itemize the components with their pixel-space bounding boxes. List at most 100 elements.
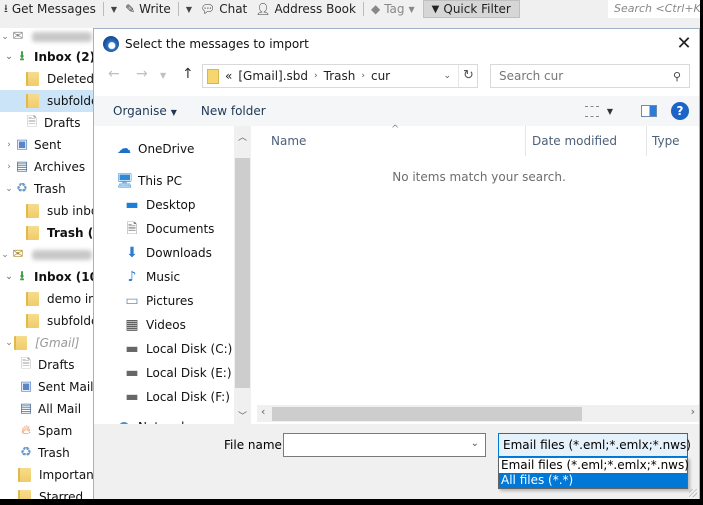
file-name-input[interactable]: ⌄ — [283, 433, 486, 457]
nav-item-desktop[interactable]: ▬ Desktop — [124, 194, 195, 216]
refresh-button[interactable]: ↻ — [458, 65, 478, 87]
folder-tree-item[interactable]: Importan — [0, 464, 93, 486]
nav-item-network[interactable]: ●Network — [116, 416, 188, 424]
nav-item-label: Local Disk (F:) — [146, 390, 230, 404]
column-divider[interactable] — [646, 126, 647, 156]
scrollbar-thumb[interactable] — [272, 407, 582, 421]
view-options-dropdown[interactable]: ▼ — [607, 107, 613, 116]
twisty-icon[interactable]: › — [4, 162, 14, 172]
twisty-icon[interactable]: ⌄ — [0, 250, 10, 260]
folder-tree-item[interactable]: › ▤ Archives — [0, 156, 93, 178]
chevron-down-icon[interactable]: ⌄ — [471, 438, 479, 449]
file-type-select[interactable]: Email files (*.eml;*.emlx;*.nws) ⌄ — [498, 433, 691, 457]
folder-tree-item[interactable]: ⌄ ⭳ Inbox (2) — [0, 46, 93, 68]
nav-item-label: This PC — [138, 174, 182, 188]
nav-item-this-pc[interactable]: 🖥︎ This PC — [116, 170, 182, 192]
breadcrumb-separator-icon[interactable]: › — [314, 71, 318, 81]
breadcrumb-trash[interactable]: Trash — [324, 69, 356, 83]
up-button[interactable]: ↑ — [182, 66, 194, 82]
folder-tree-item[interactable]: 🔥︎ Spam — [0, 420, 93, 442]
recent-locations-dropdown[interactable]: ▼ — [160, 71, 166, 80]
onedrive-icon: ☁ — [117, 141, 131, 157]
archives-icon: ▤ — [15, 159, 29, 174]
folder-tree-item[interactable]: subfolder — [0, 90, 93, 112]
folder-tree-item[interactable]: › ▣ Sent — [0, 134, 93, 156]
organise-button[interactable]: Organise ▼ — [104, 104, 186, 118]
folder-tree-item[interactable]: ⌄ ⭳ Inbox (107 — [0, 266, 93, 288]
column-date-modified[interactable]: Date modified — [532, 134, 617, 148]
folder-tree-item[interactable]: subfolder — [0, 310, 93, 332]
twisty-icon[interactable]: ⌄ — [4, 272, 14, 282]
column-type[interactable]: Type — [652, 134, 680, 148]
scroll-right-icon[interactable]: › — [691, 405, 695, 418]
scrollbar-thumb[interactable] — [235, 158, 250, 388]
folder-tree-item[interactable]: ⌄ ✉ — [0, 244, 93, 266]
search-input[interactable]: Search cur ⚲ — [490, 64, 690, 88]
nav-item-local-disk-e[interactable]: ▬ Local Disk (E:) — [124, 362, 231, 384]
folder-icon — [18, 468, 31, 482]
nav-item-videos[interactable]: ▦ Videos — [124, 314, 186, 336]
view-options-icon[interactable] — [584, 105, 599, 117]
breadcrumb-separator-icon[interactable]: › — [361, 71, 365, 81]
folder-tree-item[interactable]: 🗎︎ Drafts — [0, 354, 93, 376]
breadcrumb-overflow[interactable]: « — [225, 69, 232, 83]
scroll-left-icon[interactable]: ‹ — [261, 405, 265, 418]
chat-button[interactable]: 💬︎ Chat — [196, 0, 251, 18]
breadcrumb-gmail-sbd[interactable]: [Gmail].sbd — [238, 69, 308, 83]
thunderbird-window: ⭳ Get Messages ▼ ✎ Write ▼ 💬︎ Chat 👤︎ Ad… — [0, 0, 700, 499]
scroll-down-icon[interactable]: ﹀ — [234, 409, 251, 422]
twisty-icon[interactable]: ⌄ — [4, 338, 14, 348]
address-bar[interactable]: « [Gmail].sbd › Trash › cur ⌄ — [202, 64, 478, 88]
nav-item-onedrive[interactable]: ☁ OneDrive — [116, 138, 194, 160]
twisty-icon[interactable]: ⌄ — [0, 32, 10, 42]
folder-tree-item[interactable]: ⌄ [Gmail] — [0, 332, 93, 354]
folder-tree-item[interactable]: ♻ Trash — [0, 442, 93, 464]
folder-tree-item[interactable]: demo inb — [0, 288, 93, 310]
file-type-option-email[interactable]: Email files (*.eml;*.emlx;*.nws) — [499, 458, 689, 473]
nav-item-downloads[interactable]: ⬇ Downloads — [124, 242, 212, 264]
nav-item-music[interactable]: ♪ Music — [124, 266, 181, 288]
nav-item-documents[interactable]: 🗎︎ Documents — [124, 218, 214, 240]
folder-tree-item[interactable]: ▤ All Mail — [0, 398, 93, 420]
back-button[interactable]: ← — [108, 66, 120, 82]
preview-pane-icon[interactable] — [641, 105, 657, 117]
folder-tree-item[interactable]: ⌄ ♻ Trash — [0, 178, 93, 200]
file-type-option-all[interactable]: All files (*.*) — [499, 473, 687, 488]
twisty-icon[interactable]: ⌄ — [4, 52, 14, 62]
folder-tree-item[interactable]: sub inbox — [0, 200, 93, 222]
nav-item-pictures[interactable]: ▭ Pictures — [124, 290, 193, 312]
folder-tree-item[interactable]: Trash (8) — [0, 222, 93, 244]
get-messages-dropdown[interactable]: ▼ — [107, 5, 121, 14]
address-book-button[interactable]: 👤︎ Address Book — [251, 0, 360, 18]
quick-filter-button[interactable]: ▼ Quick Filter — [422, 0, 520, 18]
column-name[interactable]: Name — [271, 134, 306, 148]
breadcrumb-cur[interactable]: cur — [371, 69, 390, 83]
file-list-horizontal-scrollbar[interactable]: ‹ › — [257, 405, 699, 422]
folder-tree-item[interactable]: Deleted_e — [0, 68, 93, 90]
forward-button[interactable]: → — [136, 66, 148, 82]
folder-tree-item[interactable]: 🗎︎ Drafts — [0, 112, 93, 134]
navigation-pane-scrollbar[interactable]: ︿ ﹀ — [234, 126, 251, 424]
write-dropdown[interactable]: ▼ — [182, 5, 196, 14]
new-folder-button[interactable]: New folder — [192, 104, 275, 118]
write-button[interactable]: ✎ Write — [121, 0, 175, 18]
folder-tree-item[interactable]: Starred — [0, 486, 93, 499]
navigation-pane: ☁ OneDrive 🖥︎ This PC ▬ Desktop 🗎︎ Documents ⬇ Do… — [94, 126, 250, 424]
scroll-up-icon[interactable]: ︿ — [234, 130, 251, 143]
nav-item-local-disk-f[interactable]: ▬ Local Disk (F:) — [124, 386, 230, 408]
folder-tree-item[interactable]: ▣ Sent Mail — [0, 376, 93, 398]
address-history-dropdown[interactable]: ⌄ — [443, 71, 451, 81]
resize-grip[interactable] — [689, 489, 697, 497]
twisty-icon[interactable]: › — [4, 140, 14, 150]
help-icon[interactable]: ? — [671, 102, 689, 120]
get-messages-button[interactable]: ⭳ Get Messages — [0, 0, 100, 18]
column-divider[interactable] — [525, 126, 526, 156]
global-search-input[interactable]: Search <Ctrl+K> — [608, 0, 700, 18]
folder-tree-item[interactable]: ⌄ ✉ — [0, 28, 93, 48]
folder-label: Sent Mail — [38, 380, 93, 394]
nav-item-local-disk-c[interactable]: ▬ Local Disk (C:) — [124, 338, 232, 360]
tag-button[interactable]: ◆ Tag ▼ — [367, 0, 419, 18]
close-button[interactable]: ✕ — [673, 33, 695, 55]
twisty-icon[interactable]: ⌄ — [4, 184, 14, 194]
nav-item-label: Local Disk (C:) — [146, 342, 233, 356]
